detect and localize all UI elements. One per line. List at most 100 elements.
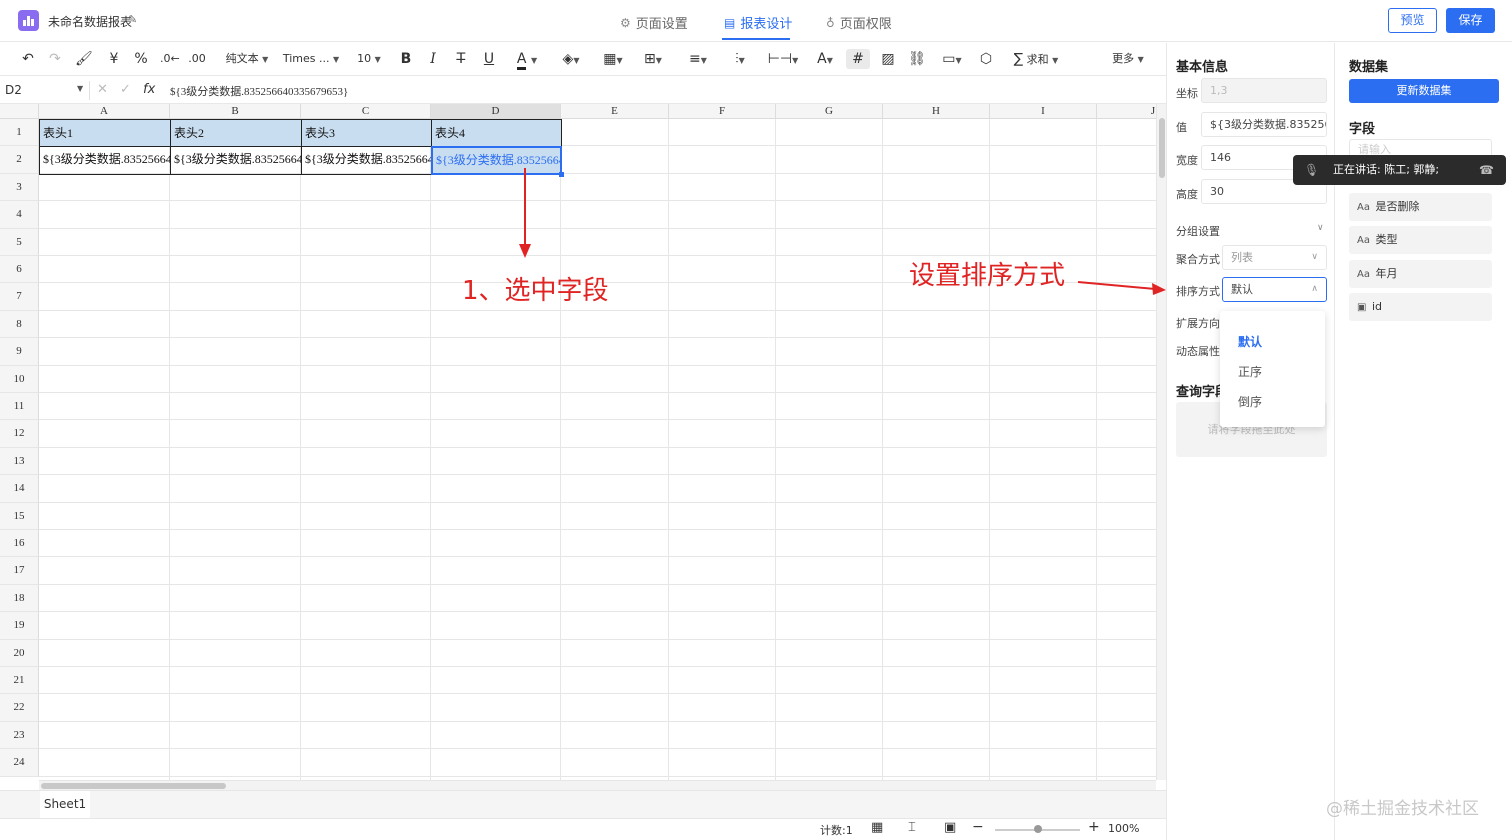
column-header[interactable]: H [883, 104, 990, 119]
scroll-thumb[interactable] [41, 783, 226, 789]
underline-button[interactable]: U [481, 49, 497, 69]
border-icon[interactable]: ▦▼ [597, 49, 629, 69]
row-header[interactable]: 20 [0, 639, 39, 667]
font-family-select[interactable]: Times ... ▼ [280, 49, 342, 69]
font-color-button[interactable]: A ▼ [512, 49, 542, 70]
column-header[interactable]: J [1097, 104, 1156, 119]
row-header[interactable]: 5 [0, 228, 39, 256]
row-header[interactable]: 3 [0, 173, 39, 202]
row-header[interactable]: 15 [0, 502, 39, 530]
row-header[interactable]: 11 [0, 393, 39, 421]
row-header[interactable]: 13 [0, 447, 39, 476]
header-cell[interactable]: 表头3 [301, 119, 432, 148]
row-header[interactable]: 9 [0, 338, 39, 366]
vertical-scrollbar[interactable] [1156, 104, 1166, 780]
row-header[interactable]: 16 [0, 530, 39, 558]
edit-title-icon[interactable]: ✎ [128, 13, 137, 26]
column-header[interactable]: A [39, 104, 170, 119]
report-title[interactable]: 未命名数据报表 [48, 13, 132, 30]
normal-view-icon[interactable]: ▦ [871, 820, 883, 835]
row-header[interactable]: 6 [0, 256, 39, 284]
align-left-icon[interactable]: ≡▼ [682, 49, 714, 69]
value-field[interactable]: ${3级分类数据.835256640335679653} [1201, 112, 1327, 137]
more-button[interactable]: 更多 ▼ [1108, 49, 1148, 69]
vertical-align-icon[interactable]: ⫶▼ [724, 49, 756, 69]
header-cell[interactable]: 表头2 [170, 119, 302, 148]
chevron-down-icon[interactable]: ∨ [1317, 223, 1324, 233]
scroll-thumb[interactable] [1159, 118, 1165, 178]
field-item[interactable]: Aa 类型 [1349, 226, 1492, 254]
row-header[interactable]: 1 [0, 119, 39, 147]
page-break-view-icon[interactable]: ⌶ [908, 820, 916, 835]
undo-icon[interactable]: ↶ [20, 49, 36, 69]
italic-button[interactable]: I [425, 49, 441, 69]
field-item[interactable]: Aa 年月 [1349, 260, 1492, 288]
bold-button[interactable]: B [398, 49, 414, 69]
zoom-in-icon[interactable]: + [1088, 819, 1100, 835]
zoom-out-icon[interactable]: − [972, 819, 984, 835]
column-header[interactable]: G [776, 104, 883, 119]
font-size-select[interactable]: 10 ▼ [350, 49, 388, 69]
comment-icon[interactable]: ▭▼ [936, 49, 968, 69]
horizontal-scrollbar[interactable] [39, 780, 1156, 790]
sort-select[interactable]: 默认 ∧ [1222, 277, 1327, 302]
row-header[interactable]: 10 [0, 365, 39, 393]
sort-option-default[interactable]: 默认 [1238, 333, 1262, 350]
row-header[interactable]: 24 [0, 749, 39, 777]
refresh-dataset-button[interactable]: 更新数据集 [1349, 79, 1499, 103]
row-header[interactable]: 22 [0, 694, 39, 722]
data-cell[interactable]: ${3级分类数据.835256640335679653} [301, 146, 432, 175]
data-cell[interactable]: ${3级分类数据.835256640335679653} [170, 146, 302, 175]
data-cell[interactable]: ${3级分类数据.835256640335679653} [39, 146, 171, 175]
page-layout-view-icon[interactable]: ▣ [944, 820, 956, 835]
column-header[interactable]: B [170, 104, 301, 119]
column-header[interactable]: F [669, 104, 776, 119]
sort-option-desc[interactable]: 倒序 [1238, 393, 1262, 410]
sheet-tab[interactable]: Sheet1 [40, 791, 90, 818]
preview-button[interactable]: 预览 [1388, 8, 1437, 33]
column-header[interactable]: E [561, 104, 669, 119]
percent-button[interactable]: % [133, 49, 149, 69]
spreadsheet-grid[interactable]: A B C D E F G H I J 1 2 3 4 5 6 7 8 9 10 11 12 13 14 15 16 17 18 19 2… [0, 104, 1156, 780]
row-header[interactable]: 23 [0, 721, 39, 750]
row-header[interactable]: 19 [0, 612, 39, 640]
selected-cell[interactable]: ${3级分类数据.835256640335679653} [431, 146, 562, 175]
confirm-icon[interactable]: ✓ [120, 82, 131, 97]
row-header[interactable]: 2 [0, 146, 39, 174]
sort-option-asc[interactable]: 正序 [1238, 363, 1262, 380]
column-header[interactable]: C [301, 104, 431, 119]
image-icon[interactable]: ▨ [879, 49, 897, 69]
fill-handle[interactable] [559, 171, 564, 177]
text-wrap-icon[interactable]: ⊢⊣▼ [765, 49, 801, 69]
row-header[interactable]: 4 [0, 201, 39, 229]
number-format-select[interactable]: 纯文本 ▼ [218, 49, 276, 69]
save-button[interactable]: 保存 [1446, 8, 1495, 33]
header-cell[interactable]: 表头1 [39, 119, 171, 148]
tab-page-permissions[interactable]: ♁ 页面权限 [826, 13, 892, 33]
decrease-decimal-icon[interactable]: .0← [160, 49, 180, 69]
cube-icon[interactable]: ⬡ [977, 49, 995, 69]
row-header[interactable]: 14 [0, 475, 39, 503]
link-icon[interactable]: ⛓ [908, 49, 926, 69]
cell-reference[interactable]: D2 [5, 83, 22, 97]
zoom-slider-knob[interactable] [1034, 825, 1042, 833]
column-header[interactable]: I [990, 104, 1097, 119]
sum-button[interactable]: ∑ 求和 ▼ [1008, 49, 1064, 69]
aggregate-select[interactable]: 列表 ∨ [1222, 245, 1327, 270]
text-rotate-icon[interactable]: A▼ [810, 49, 840, 69]
corner-cell[interactable] [0, 104, 39, 119]
redo-icon[interactable]: ↷ [47, 49, 63, 69]
row-header[interactable]: 21 [0, 667, 39, 695]
group-settings-header[interactable]: 分组设置 [1176, 223, 1220, 239]
strikethrough-icon[interactable]: T̶ [453, 49, 469, 69]
tab-report-design[interactable]: ▤ 报表设计 [724, 13, 792, 33]
formula-input[interactable]: ${3级分类数据.835256640335679653} [170, 83, 348, 99]
field-item[interactable]: ▣ id [1349, 293, 1492, 321]
tab-page-settings[interactable]: ⚙ 页面设置 [620, 13, 688, 33]
row-header[interactable]: 7 [0, 283, 39, 311]
field-item[interactable]: Aa 是否删除 [1349, 193, 1492, 221]
fill-color-icon[interactable]: ◈▼ [557, 49, 585, 69]
merge-cells-icon[interactable]: ⊞▼ [637, 49, 669, 69]
row-header[interactable]: 17 [0, 557, 39, 585]
chevron-down-icon[interactable]: ▼ [77, 84, 83, 93]
